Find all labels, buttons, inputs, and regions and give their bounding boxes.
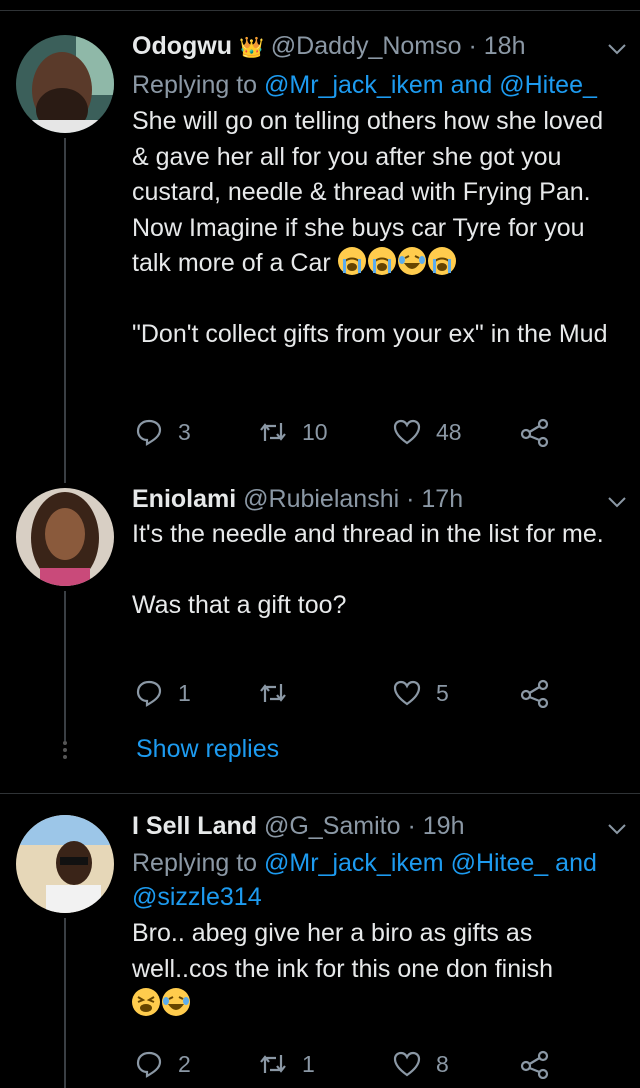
like-count: 5	[436, 679, 449, 706]
share-icon	[520, 679, 549, 708]
share-icon	[520, 1050, 549, 1079]
laughing-emoji-icon	[397, 247, 426, 275]
timestamp[interactable]: · 19h	[407, 812, 464, 840]
crying-emoji-icon	[367, 247, 396, 275]
tweet-text: She will go on telling others how she lo…	[132, 104, 622, 352]
mention[interactable]: @Hitee_	[499, 71, 597, 99]
reply-count: 2	[178, 1050, 191, 1077]
handle[interactable]: @Daddy_Nomso	[271, 32, 462, 60]
like-button[interactable]: 48	[392, 412, 462, 452]
thread-line	[64, 591, 66, 741]
chevron-down-icon[interactable]	[606, 38, 628, 60]
tweet-actions: 1 5	[132, 673, 592, 713]
handle[interactable]: @Rubielanshi	[243, 485, 399, 513]
replying-prefix: Replying to	[132, 71, 258, 99]
retweet-count: 1	[302, 1050, 315, 1077]
like-count: 8	[436, 1050, 449, 1077]
retweet-button[interactable]: 10	[258, 412, 328, 452]
tweet-paragraph: It's the needle and thread in the list f…	[132, 520, 604, 548]
display-name[interactable]: Eniolami	[132, 485, 236, 513]
tweet-text: It's the needle and thread in the list f…	[132, 517, 622, 623]
like-icon	[393, 419, 421, 445]
reply-count: 3	[178, 418, 191, 445]
tweet-content: Eniolami @Rubielanshi · 17h It's the nee…	[132, 483, 626, 623]
more-replies-dots-icon	[60, 738, 70, 762]
avatar[interactable]	[16, 488, 114, 586]
replying-to: Replying to @Mr_jack_ikem and @Hitee_	[132, 68, 622, 102]
reply-icon	[136, 680, 162, 707]
tweet-header: I Sell Land @G_Samito · 19h	[132, 810, 622, 842]
chevron-down-icon[interactable]	[606, 491, 628, 513]
reply-button[interactable]: 2	[134, 1044, 191, 1084]
like-button[interactable]: 8	[392, 1044, 449, 1084]
like-button[interactable]: 5	[392, 673, 449, 713]
tweet-text: Bro.. abeg give her a biro as gifts as w…	[132, 916, 622, 1023]
reply-icon	[136, 419, 162, 446]
mention[interactable]: @Mr_jack_ikem	[264, 71, 444, 99]
tweet-content: I Sell Land @G_Samito · 19h Replying to …	[132, 810, 626, 1023]
handle[interactable]: @G_Samito	[264, 812, 401, 840]
timestamp[interactable]: · 17h	[406, 485, 463, 513]
tired-emoji-icon	[132, 988, 160, 1016]
mention-joiner: and	[450, 71, 493, 99]
mention[interactable]: @sizzle314	[132, 883, 262, 911]
share-button[interactable]	[520, 673, 550, 713]
share-button[interactable]	[520, 412, 550, 452]
like-icon	[393, 680, 421, 706]
mention[interactable]: @Mr_jack_ikem	[264, 849, 444, 877]
tweet-paragraph: Was that a gift too?	[132, 590, 347, 619]
show-replies-link[interactable]: Show replies	[136, 735, 279, 764]
mention[interactable]: @Hitee_	[451, 849, 549, 877]
reply-count: 1	[178, 679, 191, 706]
retweet-count: 10	[302, 418, 328, 445]
retweet-button[interactable]	[258, 673, 302, 713]
thread-divider	[0, 793, 640, 794]
display-name[interactable]: Odogwu	[132, 32, 232, 60]
like-count: 48	[436, 418, 462, 445]
reply-button[interactable]: 1	[134, 673, 191, 713]
replying-prefix: Replying to	[132, 849, 258, 877]
like-icon	[393, 1051, 421, 1077]
avatar[interactable]	[16, 815, 114, 913]
tweet-paragraph: "Don't collect gifts from your ex" in th…	[132, 319, 608, 348]
crying-emoji-icon	[427, 247, 456, 275]
crown-icon: 👑	[238, 37, 264, 59]
share-button[interactable]	[520, 1044, 550, 1084]
retweet-icon	[260, 684, 286, 702]
reply-icon	[136, 1051, 162, 1078]
avatar[interactable]	[16, 35, 114, 133]
retweet-icon	[260, 423, 286, 441]
retweet-icon	[260, 1055, 286, 1073]
crying-emoji-icon	[337, 247, 366, 275]
tweet-paragraph: Bro.. abeg give her a biro as gifts as w…	[132, 919, 554, 983]
chevron-down-icon[interactable]	[606, 818, 628, 840]
tweet-header: Eniolami @Rubielanshi · 17h	[132, 483, 622, 515]
thread-line	[64, 918, 66, 1088]
tweet-actions: 2 1 8	[132, 1044, 592, 1084]
timestamp[interactable]: · 18h	[469, 32, 526, 60]
tweet-content: Odogwu 👑 @Daddy_Nomso · 18h Replying to …	[132, 30, 626, 352]
retweet-button[interactable]: 1	[258, 1044, 315, 1084]
reply-button[interactable]: 3	[134, 412, 191, 452]
thread-line	[64, 138, 66, 483]
tweet-header: Odogwu 👑 @Daddy_Nomso · 18h	[132, 30, 622, 64]
laughing-emoji-icon	[162, 988, 190, 1016]
replying-to: Replying to @Mr_jack_ikem @Hitee_ and @s…	[132, 846, 622, 914]
top-divider	[0, 10, 640, 11]
mention-joiner: and	[555, 849, 597, 877]
share-icon	[520, 418, 549, 447]
tweet-actions: 3 10 48	[132, 412, 592, 452]
display-name[interactable]: I Sell Land	[132, 812, 257, 840]
